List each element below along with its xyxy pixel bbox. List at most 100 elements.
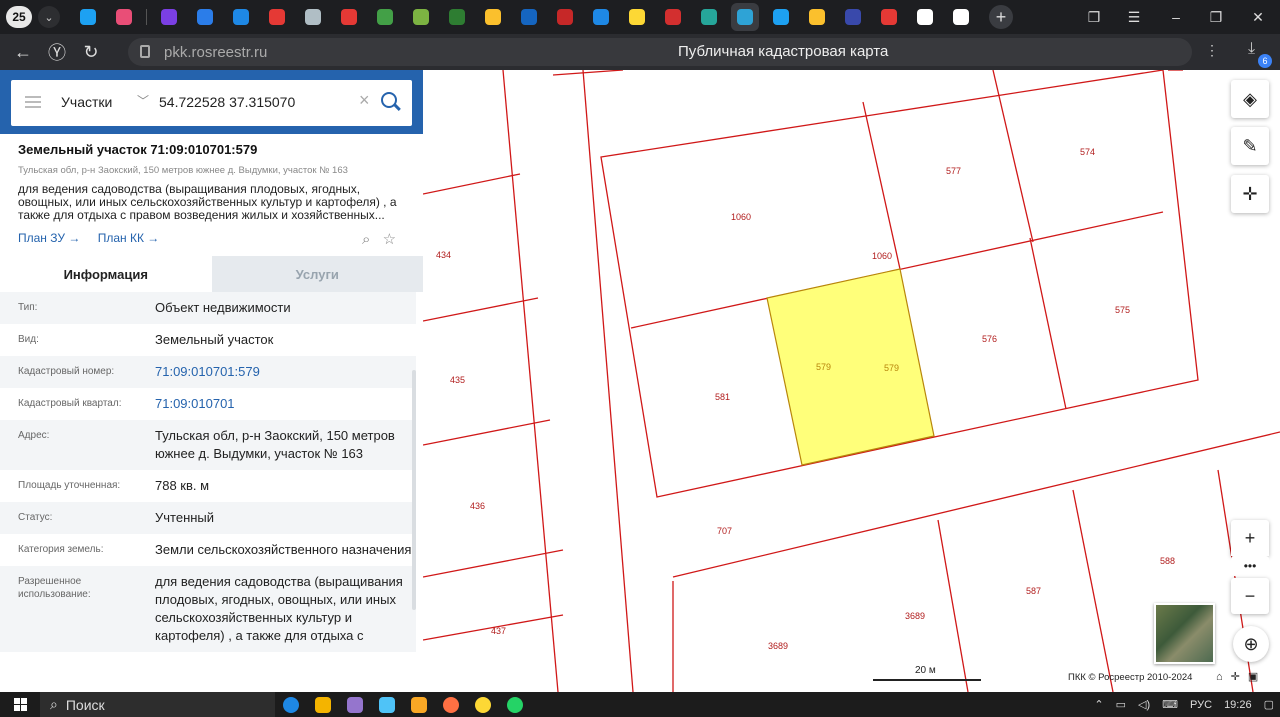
maximize-button[interactable]: ❐ [1196,0,1236,34]
browser-tab[interactable] [335,3,363,31]
tab-groups-icon[interactable]: ❐ [1074,0,1114,34]
browser-tab[interactable] [623,3,651,31]
plan-kk-link[interactable]: План КК → [98,231,160,245]
browser-tab[interactable] [695,3,723,31]
panel-scrollbar[interactable] [412,370,416,610]
zoom-in-button[interactable]: + [1231,520,1269,556]
browser-tab[interactable] [443,3,471,31]
reload-icon[interactable]: ↻ [74,42,108,63]
tab-favicon-icon [701,9,717,25]
info-row-value: для ведения садоводства (выращивания пло… [155,574,403,643]
browser-tab[interactable] [371,3,399,31]
info-row: Кадастровый номер: 71:09:010701:579 [0,356,416,388]
downloads-icon[interactable]: ⤓ [1248,40,1255,58]
browser-tab[interactable] [731,3,759,31]
tab-separator [146,9,147,25]
url-field[interactable]: pkk.rosreestr.ru Публичная кадастровая к… [128,38,1192,66]
edge-icon[interactable] [275,696,307,713]
info-row-label: Статус: [18,512,53,523]
clock[interactable]: 19:26 [1224,699,1252,711]
menu-icon[interactable]: ☰ [1114,0,1154,34]
back-icon[interactable]: ← [6,42,40,63]
tab-menu-chevron-icon[interactable]: ⌄ [38,6,60,28]
locate-small-icon[interactable]: ✛ [1231,671,1248,683]
browser-tab[interactable] [587,3,615,31]
browser-tab[interactable] [875,3,903,31]
volume-icon[interactable]: ◁) [1138,698,1150,711]
browser-tab[interactable] [551,3,579,31]
notifications-icon[interactable]: ▢ [1264,698,1274,711]
store-icon[interactable] [307,696,339,713]
minimize-button[interactable]: – [1156,0,1196,34]
info-row-value[interactable]: 71:09:010701 [155,395,415,413]
tray-chevron-icon[interactable]: ⌃ [1094,698,1103,711]
info-row-label: Тип: [18,302,38,313]
network-icon[interactable]: ▭ [1116,698,1126,711]
basemap-switch-thumbnail[interactable] [1154,603,1215,664]
zoom-more-icon[interactable]: ••• [1231,556,1269,576]
cadastral-map[interactable]: 1060 1060 577 574 434 575 576 579 579 581 435 436 70… [423,70,1280,692]
language-indicator[interactable]: РУС [1190,699,1212,711]
locate-icon[interactable]: ✛ [1231,175,1269,213]
firefox-icon[interactable] [435,696,467,713]
plan-zu-link[interactable]: План ЗУ → [18,231,80,245]
paint-icon[interactable] [339,696,371,713]
fullscreen-icon[interactable]: ▣ [1248,671,1266,683]
road-left-edge [502,70,559,692]
browser-tab[interactable] [911,3,939,31]
whatsapp-icon[interactable] [499,696,531,713]
browser-tab[interactable] [155,3,183,31]
info-row-label: Вид: [18,334,39,345]
browser-tab[interactable] [659,3,687,31]
browser-tab[interactable] [263,3,291,31]
browser-tab[interactable] [299,3,327,31]
new-tab-button[interactable]: + [989,5,1013,29]
tab-favicon-icon [809,9,825,25]
search-input[interactable]: 54.722528 37.315070 [159,94,295,110]
hamburger-menu-icon[interactable] [25,96,41,108]
ruler-icon[interactable]: ✎ [1231,127,1269,165]
browser-tab[interactable] [515,3,543,31]
browser-tab[interactable] [839,3,867,31]
browser-tab[interactable] [74,3,102,31]
favorite-star-icon[interactable]: ☆ [383,231,396,248]
app-icon[interactable] [371,696,403,713]
browser-tab[interactable] [479,3,507,31]
browser-tab[interactable] [407,3,435,31]
tab-services[interactable]: Услуги [211,256,423,292]
yandex-icon[interactable]: Ⓨ [40,39,74,65]
browser-tab[interactable] [947,3,975,31]
browser-tab[interactable] [110,3,138,31]
search-type-select[interactable]: Участки [61,94,112,110]
browser-tab[interactable] [767,3,795,31]
map-canvas[interactable]: 1060 1060 577 574 434 575 576 579 579 581 435 436 70… [423,70,1280,692]
home-icon[interactable]: ⌂ [1216,671,1231,683]
zoom-to-icon[interactable]: ⌕ [362,231,370,248]
close-window-button[interactable]: ✕ [1238,0,1278,34]
parcel-number-label: 576 [982,334,997,344]
yandex-browser-icon[interactable] [467,696,499,713]
compass-icon[interactable]: ⊕ [1233,626,1269,662]
tab-favicon-icon [665,9,681,25]
keyboard-icon[interactable]: ⌨ [1162,698,1178,711]
windows-taskbar: ⌕ Поиск ⌃ ▭ ◁) ⌨ РУС 19:26 ▢ [0,692,1280,717]
file-explorer-icon[interactable] [403,696,435,713]
tab-information[interactable]: Информация [0,256,212,292]
browser-tab[interactable] [803,3,831,31]
parcel-number-label: 3689 [905,611,925,621]
taskbar-search[interactable]: ⌕ Поиск [40,692,275,717]
tab-count-badge[interactable]: 25 [6,6,32,28]
browser-tab[interactable] [227,3,255,31]
layers-icon[interactable]: ◈ [1231,80,1269,118]
windows-start-icon[interactable] [0,698,40,711]
taskbar-search-label: Поиск [65,696,105,713]
clear-icon[interactable]: × [359,90,370,111]
road-right-edge-upper [582,70,634,692]
search-icon[interactable] [381,92,397,108]
browser-tab[interactable] [191,3,219,31]
parcel-title: Земельный участок 71:09:010701:579 [18,142,258,157]
info-row-value[interactable]: 71:09:010701:579 [155,363,415,381]
more-options-icon[interactable]: ⋮ [1205,42,1219,59]
zoom-out-button[interactable]: − [1231,578,1269,614]
chevron-down-icon[interactable]: ﹀ [137,92,149,109]
